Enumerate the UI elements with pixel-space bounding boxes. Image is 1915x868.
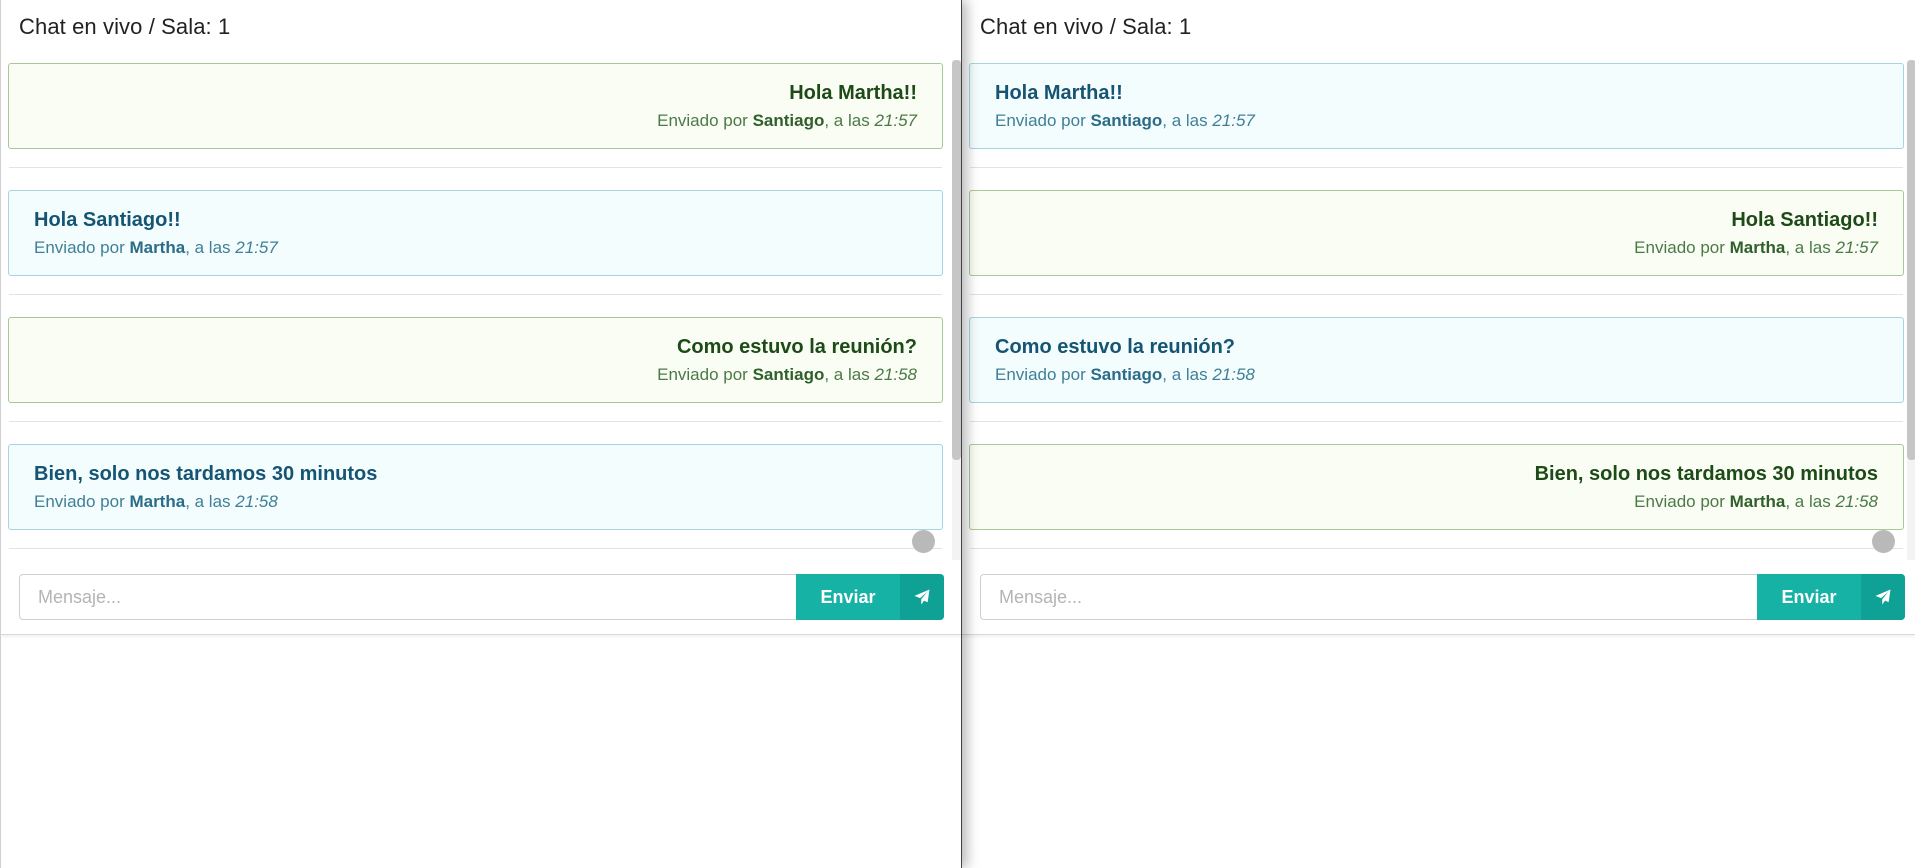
chat-panel: Chat en vivo / Sala: 1 Hola Martha!! Env… (1, 0, 961, 635)
meta-sent-prefix: Enviado por (657, 365, 753, 384)
message-composer: Enviar (980, 574, 1905, 620)
meta-sent-prefix: Enviado por (34, 238, 130, 257)
message-time: 21:58 (1212, 365, 1255, 384)
message-sender: Martha (129, 238, 186, 257)
paper-plane-icon (1861, 574, 1905, 620)
chat-title: Chat en vivo / Sala: 1 (980, 14, 1192, 39)
message-composer: Enviar (19, 574, 944, 620)
meta-time-prefix: , a las (824, 111, 875, 130)
message-meta: Enviado por Santiago, a las 21:57 (34, 108, 917, 134)
meta-sent-prefix: Enviado por (657, 111, 753, 130)
message-text: Bien, solo nos tardamos 30 minutos (1534, 463, 1878, 485)
message-time: 21:58 (235, 492, 278, 511)
message-item: Hola Santiago!! Enviado por Martha, a la… (969, 190, 1904, 295)
send-button[interactable]: Enviar (796, 574, 944, 620)
message-meta: Enviado por Martha, a las 21:58 (34, 489, 917, 515)
chat-window-right: Chat en vivo / Sala: 1 Hola Martha!! Env… (961, 0, 1915, 868)
chat-window-left: Chat en vivo / Sala: 1 Hola Martha!! Env… (0, 0, 961, 868)
chat-panel: Chat en vivo / Sala: 1 Hola Martha!! Env… (962, 0, 1915, 635)
message-sender: Martha (129, 492, 186, 511)
send-button-label: Enviar (1781, 587, 1837, 607)
meta-time-prefix: , a las (1785, 492, 1836, 511)
meta-sent-prefix: Enviado por (995, 365, 1091, 384)
paper-plane-icon (900, 574, 944, 620)
meta-sent-prefix: Enviado por (1634, 238, 1730, 257)
meta-sent-prefix: Enviado por (995, 111, 1091, 130)
message-sender: Santiago (1090, 365, 1163, 384)
message-input[interactable] (19, 574, 796, 620)
message-text: Hola Santiago!! (34, 209, 181, 231)
scrollbar-thumb[interactable] (952, 60, 961, 460)
message-text: Hola Martha!! (995, 82, 1123, 104)
message-text: Como estuvo la reunión? (995, 336, 1236, 358)
message-item: Hola Santiago!! Enviado por Martha, a la… (8, 190, 943, 295)
message-meta: Enviado por Santiago, a las 21:58 (34, 362, 917, 388)
message-text: Hola Martha!! (789, 82, 917, 104)
message-meta: Enviado por Santiago, a las 21:58 (995, 362, 1878, 388)
message-time: 21:57 (874, 111, 917, 130)
scrollbar-thumb[interactable] (1907, 60, 1915, 460)
meta-time-prefix: , a las (1785, 238, 1836, 257)
meta-time-prefix: , a las (185, 492, 236, 511)
message-meta: Enviado por Santiago, a las 21:57 (995, 108, 1878, 134)
meta-time-prefix: , a las (1162, 111, 1213, 130)
message-list[interactable]: Hola Martha!! Enviado por Santiago, a la… (8, 63, 943, 558)
message-sender: Santiago (752, 111, 825, 130)
message-time: 21:57 (1212, 111, 1255, 130)
message-sender: Martha (1729, 238, 1786, 257)
message-sender: Santiago (752, 365, 825, 384)
meta-sent-prefix: Enviado por (1634, 492, 1730, 511)
message-text: Hola Santiago!! (1731, 209, 1878, 231)
message-list[interactable]: Hola Martha!! Enviado por Santiago, a la… (969, 63, 1904, 558)
meta-time-prefix: , a las (1162, 365, 1213, 384)
message-meta: Enviado por Martha, a las 21:57 (34, 235, 917, 261)
message-scrollbar[interactable] (952, 60, 961, 560)
message-input[interactable] (980, 574, 1757, 620)
message-meta: Enviado por Martha, a las 21:57 (995, 235, 1878, 261)
message-text: Como estuvo la reunión? (676, 336, 917, 358)
send-button[interactable]: Enviar (1757, 574, 1905, 620)
message-item: Hola Martha!! Enviado por Santiago, a la… (969, 63, 1904, 168)
message-text: Bien, solo nos tardamos 30 minutos (34, 463, 378, 485)
message-scrollbar[interactable] (1907, 60, 1915, 560)
meta-time-prefix: , a las (185, 238, 236, 257)
message-time: 21:57 (235, 238, 278, 257)
message-time: 21:57 (1835, 238, 1878, 257)
message-item: Como estuvo la reunión? Enviado por Sant… (8, 317, 943, 422)
message-sender: Martha (1729, 492, 1786, 511)
meta-sent-prefix: Enviado por (34, 492, 130, 511)
message-time: 21:58 (874, 365, 917, 384)
chat-title: Chat en vivo / Sala: 1 (19, 14, 231, 39)
message-meta: Enviado por Martha, a las 21:58 (995, 489, 1878, 515)
message-item: Hola Martha!! Enviado por Santiago, a la… (8, 63, 943, 168)
send-button-label: Enviar (820, 587, 876, 607)
circle-dot-icon (1872, 530, 1895, 553)
circle-dot-icon (912, 530, 935, 553)
message-time: 21:58 (1835, 492, 1878, 511)
meta-time-prefix: , a las (824, 365, 875, 384)
message-sender: Santiago (1090, 111, 1163, 130)
message-item: Como estuvo la reunión? Enviado por Sant… (969, 317, 1904, 422)
message-item: Bien, solo nos tardamos 30 minutos Envia… (969, 444, 1904, 549)
message-item: Bien, solo nos tardamos 30 minutos Envia… (8, 444, 943, 549)
